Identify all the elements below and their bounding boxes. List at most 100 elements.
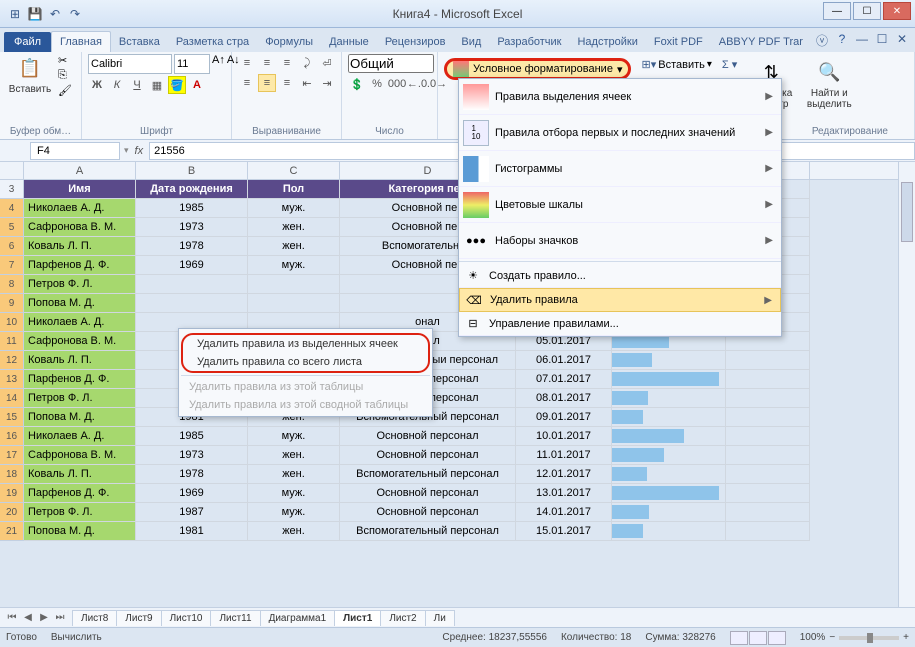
cell[interactable] bbox=[248, 294, 340, 313]
menu-top-bottom-rules[interactable]: 110Правила отбора первых и последних зна… bbox=[459, 115, 781, 151]
dropdown-icon[interactable]: ▾ bbox=[124, 145, 129, 156]
undo-icon[interactable]: ↶ bbox=[46, 5, 64, 23]
cell[interactable]: 1978 bbox=[136, 237, 248, 256]
font-name-select[interactable] bbox=[88, 54, 172, 74]
cell[interactable]: Коваль Л. П. bbox=[24, 351, 136, 370]
row-header[interactable]: 16 bbox=[0, 427, 24, 446]
doc-restore-icon[interactable]: ☐ bbox=[875, 32, 889, 49]
cell[interactable]: 1978 bbox=[136, 465, 248, 484]
cell[interactable]: 12.01.2017 bbox=[516, 465, 612, 484]
cell[interactable]: Петров Ф. Л. bbox=[24, 275, 136, 294]
cell[interactable]: 06.01.2017 bbox=[516, 351, 612, 370]
align-left-icon[interactable]: ≡ bbox=[238, 74, 256, 92]
copy-icon[interactable]: ⎘ bbox=[58, 69, 72, 82]
cell[interactable]: 11.01.2017 bbox=[516, 446, 612, 465]
cell[interactable]: 12102 bbox=[612, 503, 726, 522]
cell[interactable] bbox=[726, 446, 810, 465]
cell[interactable]: 17115 bbox=[612, 446, 726, 465]
select-all-button[interactable] bbox=[0, 162, 24, 179]
cell[interactable]: Петров Ф. Л. bbox=[24, 503, 136, 522]
sheet-tab[interactable]: Диаграмма1 bbox=[260, 610, 336, 626]
cell[interactable]: Николаев А. Д. bbox=[24, 313, 136, 332]
sheet-tab[interactable]: Ли bbox=[425, 610, 455, 626]
fx-icon[interactable]: fx bbox=[135, 145, 144, 157]
menu-new-rule[interactable]: ☀Создать правило... bbox=[459, 264, 781, 288]
cell[interactable]: жен. bbox=[248, 522, 340, 541]
tab-developer[interactable]: Разработчик bbox=[489, 32, 569, 52]
number-format-select[interactable] bbox=[348, 54, 434, 73]
increase-font-icon[interactable]: A↑ bbox=[212, 54, 225, 74]
menu-data-bars[interactable]: Гистограммы▶ bbox=[459, 151, 781, 187]
cut-icon[interactable]: ✂ bbox=[58, 54, 72, 67]
row-header[interactable]: 11 bbox=[0, 332, 24, 351]
cell[interactable]: 1987 bbox=[136, 503, 248, 522]
row-header[interactable]: 8 bbox=[0, 275, 24, 294]
cell[interactable]: муж. bbox=[248, 199, 340, 218]
format-painter-icon[interactable]: 🖌 bbox=[58, 84, 72, 97]
cell[interactable]: Основной персонал bbox=[340, 503, 516, 522]
font-size-select[interactable] bbox=[174, 54, 210, 74]
cell[interactable]: Попова М. Д. bbox=[24, 522, 136, 541]
menu-manage-rules[interactable]: ⊟Управление правилами... bbox=[459, 312, 781, 336]
cell[interactable]: Петров Ф. Л. bbox=[24, 389, 136, 408]
cell[interactable]: жен. bbox=[248, 446, 340, 465]
row-header[interactable]: 21 bbox=[0, 522, 24, 541]
autosum-icon[interactable]: Σ ▾ bbox=[722, 58, 737, 71]
file-tab[interactable]: Файл bbox=[4, 32, 51, 52]
cell[interactable]: Парфенов Д. Ф. bbox=[24, 484, 136, 503]
normal-view-icon[interactable] bbox=[730, 631, 748, 645]
tab-page-layout[interactable]: Разметка стра bbox=[168, 32, 257, 52]
decrease-indent-icon[interactable]: ⇤ bbox=[298, 74, 316, 92]
cell[interactable] bbox=[726, 503, 810, 522]
cell[interactable] bbox=[726, 484, 810, 503]
conditional-formatting-button[interactable]: Условное форматирование ▾ bbox=[444, 58, 631, 80]
menu-clear-rules[interactable]: ⌫Удалить правила▶ bbox=[459, 288, 781, 312]
bold-icon[interactable]: Ж bbox=[88, 76, 106, 94]
row-header[interactable]: 9 bbox=[0, 294, 24, 313]
tab-review[interactable]: Рецензиров bbox=[377, 32, 454, 52]
tab-insert[interactable]: Вставка bbox=[111, 32, 168, 52]
row-header[interactable]: 13 bbox=[0, 370, 24, 389]
cell[interactable]: Парфенов Д. Ф. bbox=[24, 370, 136, 389]
sheet-tab[interactable]: Лист10 bbox=[161, 610, 212, 626]
underline-icon[interactable]: Ч bbox=[128, 76, 146, 94]
cell[interactable] bbox=[248, 275, 340, 294]
menu-icon-sets[interactable]: ●●●Наборы значков▶ bbox=[459, 223, 781, 259]
zoom-level[interactable]: 100% bbox=[800, 632, 826, 643]
cell[interactable]: Коваль Л. П. bbox=[24, 465, 136, 484]
row-header[interactable]: 7 bbox=[0, 256, 24, 275]
align-right-icon[interactable]: ≡ bbox=[278, 74, 296, 92]
cell[interactable]: 9800 bbox=[612, 408, 726, 427]
cell[interactable]: 1981 bbox=[136, 522, 248, 541]
row-header[interactable]: 12 bbox=[0, 351, 24, 370]
tab-formulas[interactable]: Формулы bbox=[257, 32, 321, 52]
cell[interactable] bbox=[726, 427, 810, 446]
zoom-slider[interactable] bbox=[839, 636, 899, 640]
increase-indent-icon[interactable]: ⇥ bbox=[318, 74, 336, 92]
align-middle-icon[interactable]: ≡ bbox=[258, 54, 276, 72]
cell[interactable]: 9800 bbox=[612, 522, 726, 541]
cell[interactable]: 11698 bbox=[612, 389, 726, 408]
cell[interactable]: 07.01.2017 bbox=[516, 370, 612, 389]
border-icon[interactable]: ▦ bbox=[148, 76, 166, 94]
insert-cells-icon[interactable]: ⊞▾ bbox=[641, 58, 656, 71]
submenu-clear-sheet[interactable]: Удалить правила со всего листа bbox=[189, 353, 422, 371]
cell[interactable]: муж. bbox=[248, 256, 340, 275]
cell[interactable]: Николаев А. Д. bbox=[24, 199, 136, 218]
tab-addins[interactable]: Надстройки bbox=[569, 32, 645, 52]
tab-data[interactable]: Данные bbox=[321, 32, 377, 52]
cell[interactable]: муж. bbox=[248, 427, 340, 446]
cell[interactable]: Сафронова В. М. bbox=[24, 332, 136, 351]
cell[interactable] bbox=[726, 465, 810, 484]
wrap-text-icon[interactable]: ⏎ bbox=[318, 54, 336, 72]
menu-highlight-rules[interactable]: Правила выделения ячеек▶ bbox=[459, 79, 781, 115]
cell[interactable]: 1985 bbox=[136, 199, 248, 218]
page-layout-view-icon[interactable] bbox=[749, 631, 767, 645]
comma-icon[interactable]: 000 bbox=[388, 75, 406, 93]
cell[interactable] bbox=[726, 370, 810, 389]
cell[interactable]: 1973 bbox=[136, 446, 248, 465]
scrollbar-thumb[interactable] bbox=[901, 182, 913, 242]
maximize-button[interactable]: ☐ bbox=[853, 2, 881, 20]
cell[interactable]: Вспомогательный персонал bbox=[340, 522, 516, 541]
sheet-tab[interactable]: Лист8 bbox=[72, 610, 117, 626]
